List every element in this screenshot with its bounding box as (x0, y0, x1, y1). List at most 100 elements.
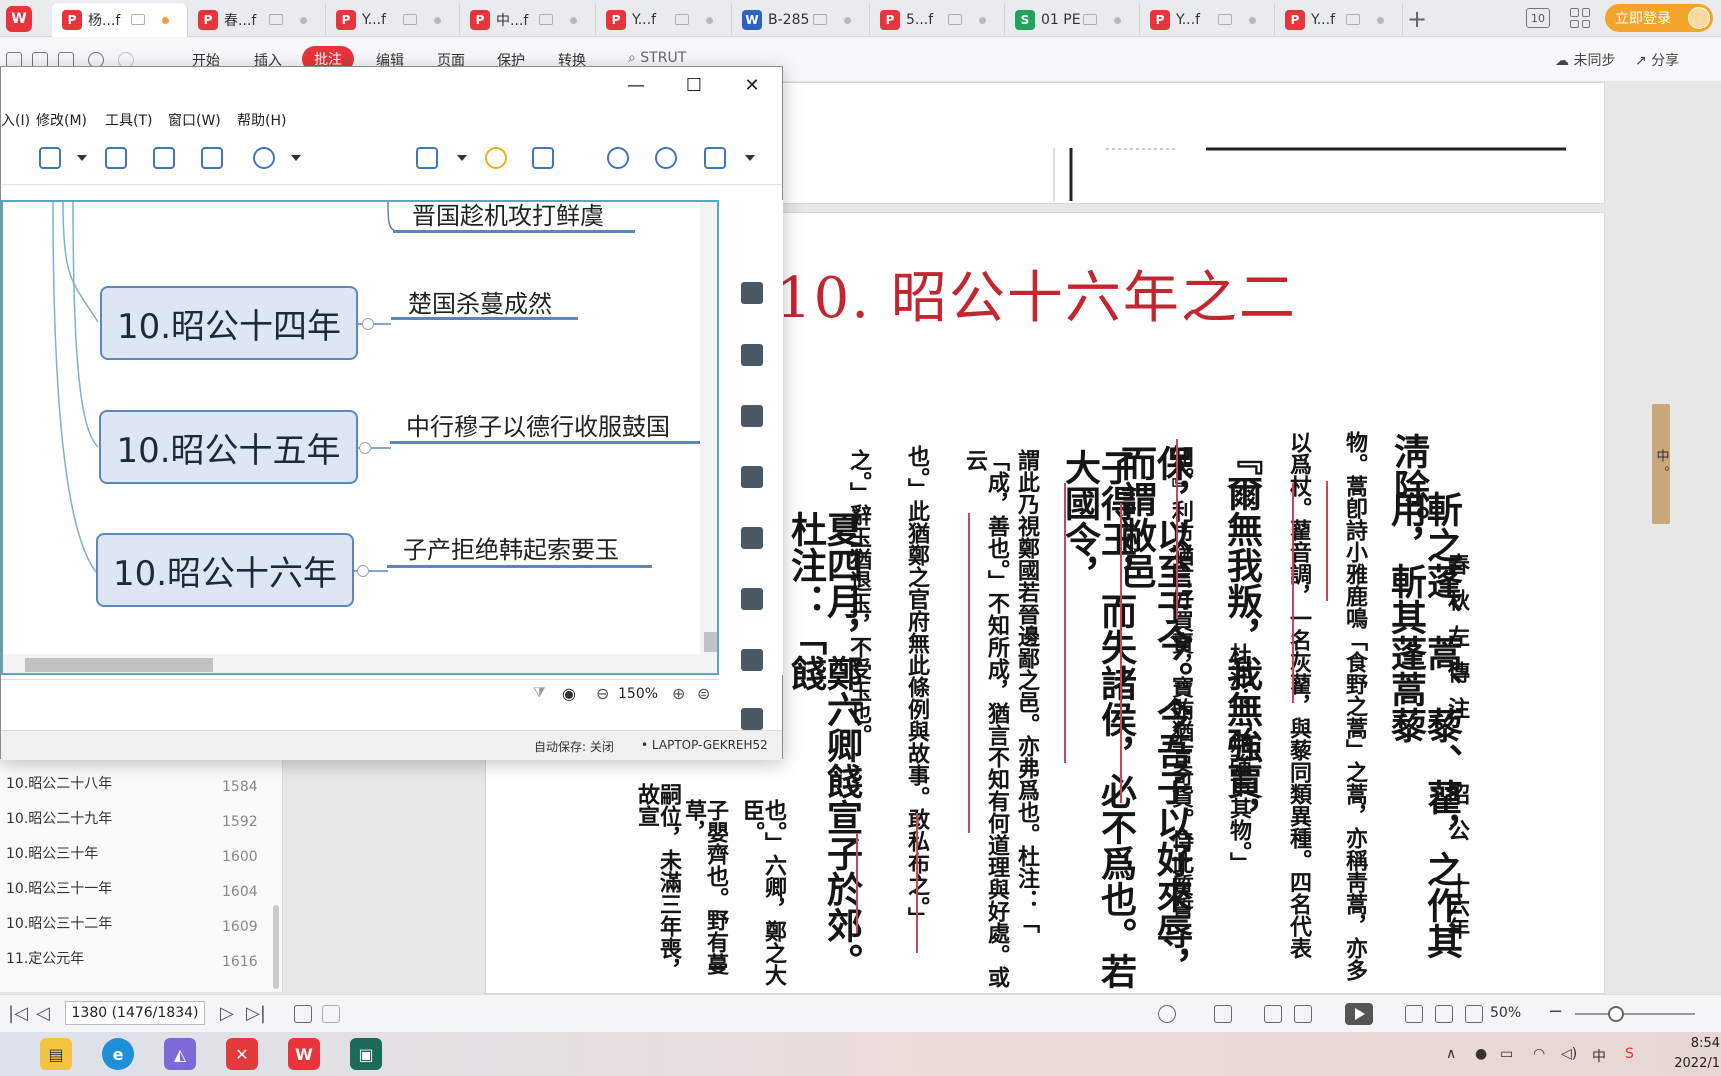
mindmap-zoom-level[interactable]: 150% (618, 686, 658, 702)
zoom-out-icon[interactable]: − (1548, 1001, 1563, 1022)
back-icon[interactable] (294, 1005, 312, 1023)
login-button[interactable]: 立即登录 (1605, 4, 1713, 32)
annotation-underline[interactable] (1176, 439, 1178, 619)
mindmap-vertical-scroll-thumb[interactable] (704, 632, 717, 652)
annotation-underline[interactable] (1292, 483, 1294, 703)
wps-icon[interactable]: W (288, 1038, 320, 1070)
zoom-slider-handle[interactable] (1608, 1006, 1624, 1022)
zoom-in-icon[interactable]: ⊕ (672, 684, 685, 703)
tab-preview-icon[interactable] (813, 14, 827, 25)
menu-insert[interactable]: 入(I) (1, 110, 30, 130)
single-page-icon[interactable] (1214, 1005, 1232, 1023)
tab-close-icon[interactable] (162, 17, 169, 24)
tab-5[interactable]: W B-285 (732, 3, 870, 37)
apps-grid-icon[interactable] (1570, 8, 1590, 28)
mindmap-topic[interactable]: 10.昭公十六年 (96, 533, 354, 607)
side-stamp[interactable]: 中 。 (1652, 404, 1670, 524)
chevron-down-icon[interactable] (745, 155, 755, 161)
app-logo[interactable]: W (6, 6, 32, 32)
eye-icon[interactable]: ◉ (562, 684, 576, 703)
fit-width-icon[interactable] (1465, 1005, 1483, 1023)
format-icon[interactable] (741, 282, 763, 304)
tab-close-icon[interactable] (979, 17, 986, 24)
wifi-icon[interactable]: ◠ (1533, 1046, 1545, 1062)
tab-9[interactable]: P Y...f (1275, 3, 1403, 37)
close-icon[interactable]: ✕ (734, 73, 770, 97)
tab-1[interactable]: P 春...f (188, 3, 326, 37)
outline-scrollbar[interactable] (273, 905, 279, 989)
edge-browser-icon[interactable]: e (102, 1038, 134, 1070)
tab-close-icon[interactable] (1114, 17, 1121, 24)
outline-item[interactable]: 10.昭公二十九年 (6, 808, 112, 828)
task-icon[interactable] (741, 708, 763, 730)
topic-icon[interactable] (39, 147, 61, 169)
tab-6[interactable]: P 5...f (870, 3, 1005, 37)
maximize-icon[interactable]: ☐ (676, 73, 712, 97)
annotation-underline[interactable] (1326, 481, 1328, 601)
export-icon[interactable] (704, 147, 726, 169)
share-button[interactable]: ↗ 分享 (1635, 50, 1679, 70)
eye-protect-icon[interactable] (1158, 1005, 1176, 1023)
xmind-icon[interactable]: ✕ (226, 1038, 258, 1070)
ribbon-search[interactable]: ⌕ STRUT (628, 50, 686, 66)
fit-icon[interactable]: ⊜ (697, 684, 710, 703)
tray-chevron-icon[interactable]: ∧ (1446, 1046, 1456, 1062)
tab-8[interactable]: P Y...f (1140, 3, 1275, 37)
menu-tools[interactable]: 工具(T) (105, 110, 152, 130)
annotation-underline[interactable] (1064, 483, 1066, 763)
tab-3[interactable]: P 中...f (460, 3, 596, 37)
last-page-icon[interactable]: ▷| (246, 1003, 266, 1024)
two-page-icon[interactable] (1294, 1005, 1312, 1023)
boundary-icon[interactable] (153, 147, 175, 169)
next-page-icon[interactable]: ▷ (220, 1003, 234, 1024)
tab-close-icon[interactable] (434, 17, 441, 24)
volume-icon[interactable]: ◁) (1561, 1046, 1577, 1062)
tab-preview-icon[interactable] (1346, 14, 1360, 25)
share-icon[interactable] (655, 147, 677, 169)
tab-preview-icon[interactable] (675, 14, 689, 25)
chevron-down-icon[interactable] (291, 155, 301, 161)
zoom-out-icon[interactable]: ⊖ (596, 684, 609, 703)
topic-partial[interactable]: 晋国趁机攻打鲜虞 (412, 202, 604, 231)
collapse-toggle[interactable] (359, 442, 371, 454)
tab-close-icon[interactable] (300, 17, 307, 24)
tab-close-icon[interactable] (570, 17, 577, 24)
menu-window[interactable]: 窗口(W) (168, 110, 221, 130)
app-icon[interactable]: ▣ (350, 1038, 382, 1070)
menu-modify[interactable]: 修改(M) (36, 110, 87, 130)
mindmap-titlebar[interactable]: — ☐ ✕ (1, 67, 782, 103)
sogou-ime-icon[interactable]: S (1625, 1046, 1634, 1062)
mindmap-canvas[interactable]: 晋国趁机攻打鲜虞 10.昭公十四年 楚国杀蔓成然 10.昭公十五年 中行穆子以德行收服… (1, 200, 719, 675)
mindmap-subtopic[interactable]: 中行穆子以德行收服鼓国 (406, 407, 670, 442)
label-icon[interactable] (741, 527, 763, 549)
summary-icon[interactable] (201, 147, 223, 169)
outline-item[interactable]: 10.昭公三十一年 (6, 878, 112, 898)
tab-close-icon[interactable] (844, 17, 851, 24)
mindmap-vertical-scrollbar[interactable] (700, 202, 717, 673)
clock[interactable]: 8:54 2022/1 (1668, 1034, 1720, 1074)
mindmap-topic[interactable]: 10.昭公十四年 (100, 286, 358, 360)
comment-icon[interactable] (741, 649, 763, 671)
outliner-icon[interactable] (532, 147, 554, 169)
tab-preview-icon[interactable] (948, 14, 962, 25)
photos-icon[interactable]: ◭ (164, 1038, 196, 1070)
collapse-toggle[interactable] (362, 318, 374, 330)
presentation-icon[interactable] (416, 147, 438, 169)
idea-bulb-icon[interactable] (485, 147, 507, 169)
continuous-page-icon[interactable] (1264, 1005, 1282, 1023)
new-tab-button[interactable]: + (1403, 5, 1431, 33)
fit-page-icon[interactable] (1435, 1005, 1453, 1023)
chevron-down-icon[interactable] (457, 155, 467, 161)
tab-preview-icon[interactable] (403, 14, 417, 25)
collapse-toggle[interactable] (357, 565, 369, 577)
notes-icon[interactable] (741, 588, 763, 610)
tab-preview-icon[interactable] (1083, 14, 1097, 25)
annotation-underline[interactable] (1120, 503, 1122, 803)
annotation-underline[interactable] (968, 513, 970, 833)
chevron-down-icon[interactable] (77, 155, 87, 161)
tab-preview-icon[interactable] (131, 14, 145, 25)
mindmap-subtopic[interactable]: 楚国杀蔓成然 (408, 284, 552, 319)
tab-4[interactable]: P Y...f (596, 3, 732, 37)
forward-icon[interactable] (322, 1005, 340, 1023)
first-page-icon[interactable]: |◁ (8, 1003, 28, 1024)
